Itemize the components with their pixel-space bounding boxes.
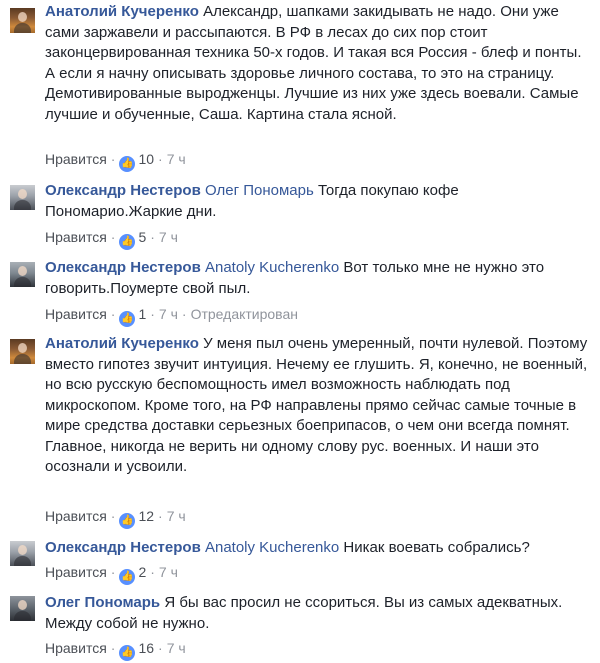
comment-author[interactable]: Анатолий Кучеренко (45, 335, 199, 352)
comment-text: У меня пыл очень умеренный, почти нулево… (45, 335, 588, 475)
comment-actions: Нравится · 👍 2 · 7 ч (45, 563, 178, 585)
comment-mention[interactable]: Anatoly Kucherenko (205, 539, 339, 556)
thumbs-up-icon: 👍 (119, 311, 136, 327)
comment-text-container: Анатолий Кучеренко Александр, шапками за… (45, 2, 588, 125)
comment-actions: Нравится · 👍 10 · 7 ч (45, 150, 186, 172)
thumbs-up-icon: 👍 (119, 156, 136, 172)
like-count[interactable]: 12 (138, 508, 154, 524)
comment-text: Александр, шапками закидывать не надо. О… (45, 3, 582, 123)
comment-text-container: Олександр Нестеров Anatoly Kucherenko Во… (45, 258, 588, 299)
like-count[interactable]: 16 (138, 640, 154, 656)
comment-actions: Нравится · 👍 5 · 7 ч (45, 228, 178, 250)
thumbs-up-icon: 👍 (119, 645, 136, 661)
comment-text-container: Олександр Нестеров Олег Пономарь Тогда п… (45, 181, 588, 222)
comment-author[interactable]: Олександр Нестеров (45, 182, 201, 199)
thumbs-up-icon: 👍 (119, 513, 136, 529)
comment-author[interactable]: Олександр Нестеров (45, 259, 201, 276)
avatar[interactable] (10, 8, 35, 33)
comment-time[interactable]: 7 ч (167, 508, 186, 524)
comment-actions: Нравится · 👍 1 · 7 ч · Отредактирован (45, 305, 298, 327)
comment-author[interactable]: Олег Пономарь (45, 594, 160, 611)
comment-text-container: Олександр Нестеров Anatoly Kucherenko Ни… (45, 538, 588, 559)
comment-mention[interactable]: Anatoly Kucherenko (205, 259, 339, 276)
like-button[interactable]: Нравится (45, 640, 107, 656)
comment-time[interactable]: 7 ч (167, 151, 186, 167)
avatar[interactable] (10, 541, 35, 566)
comment-mention[interactable]: Олег Пономарь (205, 182, 314, 199)
comment-time[interactable]: 7 ч (159, 306, 178, 322)
comment-time[interactable]: 7 ч (167, 640, 186, 656)
comment-text-container: Анатолий Кучеренко У меня пыл очень умер… (45, 334, 588, 478)
avatar[interactable] (10, 185, 35, 210)
avatar[interactable] (10, 262, 35, 287)
comment-actions: Нравится · 👍 16 · 7 ч (45, 639, 186, 661)
comment-time[interactable]: 7 ч (159, 564, 178, 580)
comment-author[interactable]: Анатолий Кучеренко (45, 3, 199, 20)
comment-text: Никак воевать собрались? (343, 539, 530, 556)
avatar[interactable] (10, 339, 35, 364)
like-button[interactable]: Нравится (45, 151, 107, 167)
like-count[interactable]: 2 (138, 564, 146, 580)
like-count[interactable]: 5 (138, 229, 146, 245)
like-button[interactable]: Нравится (45, 564, 107, 580)
comment-actions: Нравится · 👍 12 · 7 ч (45, 507, 186, 529)
thumbs-up-icon: 👍 (119, 234, 136, 250)
comment-author[interactable]: Олександр Нестеров (45, 539, 201, 556)
like-button[interactable]: Нравится (45, 508, 107, 524)
like-count[interactable]: 10 (138, 151, 154, 167)
comment-time[interactable]: 7 ч (159, 229, 178, 245)
avatar[interactable] (10, 596, 35, 621)
thumbs-up-icon: 👍 (119, 569, 136, 585)
comment-text-container: Олег Пономарь Я бы вас просил не ссорить… (45, 593, 588, 634)
like-button[interactable]: Нравится (45, 229, 107, 245)
like-button[interactable]: Нравится (45, 306, 107, 322)
edited-label[interactable]: Отредактирован (191, 306, 298, 322)
like-count[interactable]: 1 (138, 306, 146, 322)
